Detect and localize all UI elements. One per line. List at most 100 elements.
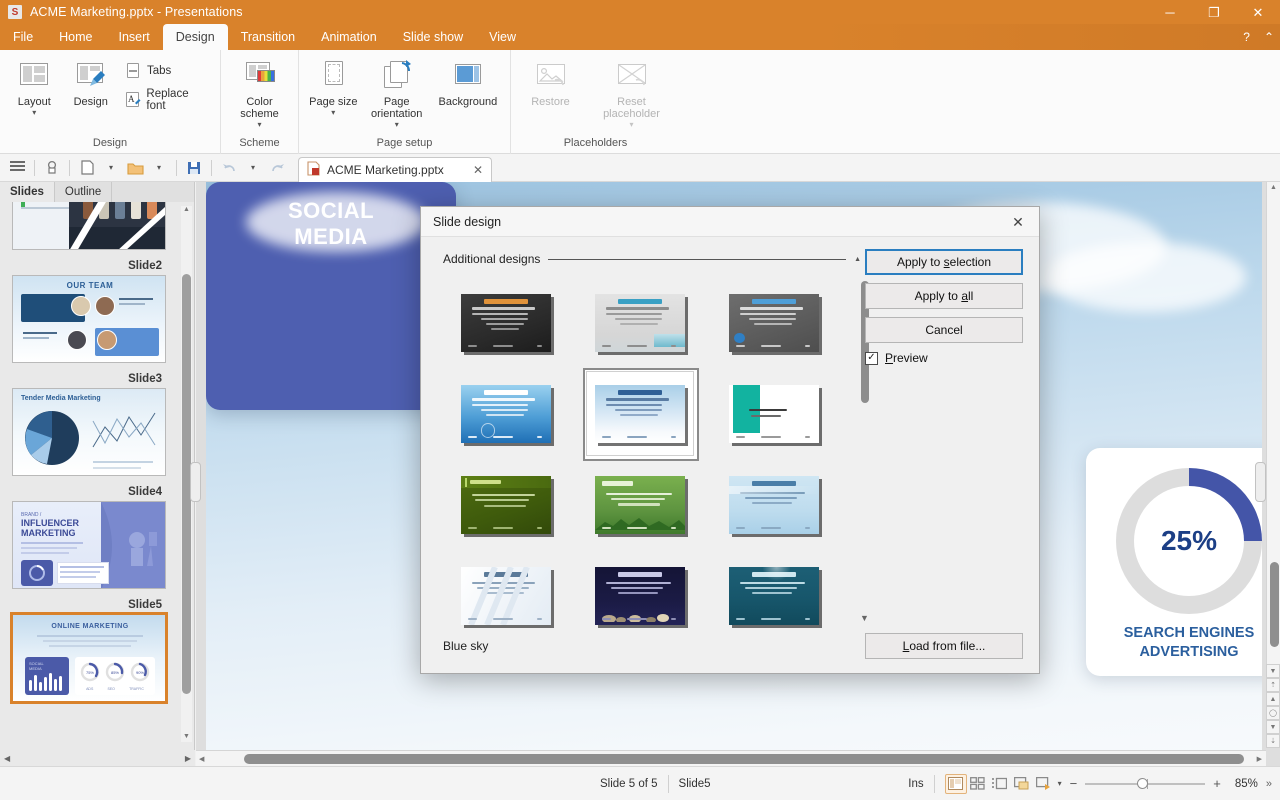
menu-icon[interactable] — [6, 157, 28, 179]
maximize-button[interactable]: ❐ — [1192, 0, 1236, 24]
design-thumb-4[interactable] — [577, 368, 703, 461]
preview-checkbox-row[interactable]: ✓ Preview — [865, 351, 1023, 365]
design-thumb-11[interactable] — [711, 550, 837, 629]
dialog-scroll-down-icon[interactable]: ▼ — [860, 613, 869, 623]
view-options-caret-icon[interactable]: ▾ — [1058, 779, 1062, 788]
minimize-button[interactable]: ─ — [1148, 0, 1192, 24]
slides-scroll-left-icon[interactable]: ◀ — [4, 754, 10, 763]
design-thumb-6[interactable] — [443, 459, 569, 550]
document-tab-close-icon[interactable]: ✕ — [473, 163, 483, 177]
design-thumb-2[interactable] — [711, 277, 837, 368]
panel-tab-outline[interactable]: Outline — [55, 182, 113, 202]
design-thumb-8[interactable] — [711, 459, 837, 550]
slide-thumbnail-4[interactable]: BRAND / INFLUENCER MARKETING — [12, 501, 166, 589]
color-scheme-button[interactable]: Color scheme ▾ — [231, 55, 289, 129]
slide-item-3[interactable]: Slide3 Tender Media Marketing — [8, 369, 170, 476]
design-thumb-10[interactable] — [577, 550, 703, 629]
canvas-scroll-thumb[interactable] — [1270, 562, 1279, 647]
page-size-button[interactable]: Page size ▾ — [305, 55, 362, 117]
canvas-scroll-down-icon[interactable]: ▼ — [1266, 664, 1280, 678]
replace-font-button[interactable]: A Replace font — [119, 85, 214, 115]
right-panel-resize-grip[interactable] — [1255, 462, 1266, 502]
tab-slide-show[interactable]: Slide show — [390, 24, 476, 50]
canvas-previous-slide-icon[interactable]: ⇡ — [1266, 678, 1280, 692]
zoom-in-button[interactable]: + — [1213, 776, 1221, 791]
canvas-page-up-icon[interactable]: ▲ — [1266, 692, 1280, 706]
tab-design[interactable]: Design — [162, 24, 228, 50]
reset-placeholder-caret-icon[interactable]: ▾ — [629, 120, 633, 129]
zoom-out-button[interactable]: − — [1070, 776, 1078, 791]
slide-item-4[interactable]: Slide4 BRAND / INFLUENCER MARKETING — [8, 482, 170, 589]
design-thumb-3[interactable] — [443, 368, 569, 459]
preview-checkbox[interactable]: ✓ — [865, 351, 878, 365]
design-button[interactable]: Design — [62, 55, 118, 108]
open-caret-icon[interactable]: ▾ — [148, 157, 170, 179]
save-icon[interactable] — [183, 157, 205, 179]
tab-insert[interactable]: Insert — [106, 24, 163, 50]
layout-caret-icon[interactable]: ▾ — [32, 108, 36, 117]
close-window-button[interactable]: ✕ — [1236, 0, 1280, 24]
zoom-level-label[interactable]: 85% — [1235, 778, 1258, 790]
tab-transition[interactable]: Transition — [228, 24, 308, 50]
layout-button[interactable]: Layout ▾ — [6, 55, 62, 117]
section-collapse-icon[interactable]: ▲ — [854, 256, 863, 263]
zoom-slider-knob[interactable] — [1137, 777, 1149, 789]
slide-sorter-icon[interactable] — [967, 774, 989, 794]
design-thumbnail-grid-area[interactable] — [443, 271, 851, 629]
apply-to-selection-button[interactable]: Apply to selection — [865, 249, 1023, 275]
slide-thumbnail-1[interactable]: DigitalMarketing — [12, 202, 166, 250]
load-from-file-button[interactable]: Load from file... — [865, 633, 1023, 659]
slides-scroll-up-icon[interactable]: ▲ — [181, 206, 192, 213]
slide-thumbnail-5[interactable]: ONLINE MARKETING SOCIAL MEDIA 75% 85% 90… — [10, 612, 168, 704]
panel-tab-slides[interactable]: Slides — [0, 182, 55, 202]
tabs-button[interactable]: Tabs — [119, 59, 214, 83]
cancel-button[interactable]: Cancel — [865, 317, 1023, 343]
normal-view-icon[interactable] — [944, 773, 967, 794]
notes-view-icon[interactable] — [1011, 774, 1033, 794]
background-button[interactable]: Background — [432, 55, 504, 108]
slides-scroll-right-icon[interactable]: ▶ — [185, 754, 191, 763]
slide-design-dialog[interactable]: Slide design ✕ Additional designs ▲ ▼ Ap… — [420, 206, 1040, 674]
insert-mode-indicator[interactable]: Ins — [908, 778, 923, 790]
design-thumb-7[interactable] — [577, 459, 703, 550]
design-thumb-0[interactable] — [443, 277, 569, 368]
tab-home[interactable]: Home — [46, 24, 105, 50]
additional-designs-section-header[interactable]: Additional designs ▲ — [443, 249, 863, 269]
outline-view-icon[interactable] — [989, 774, 1011, 794]
slide-item-1[interactable]: DigitalMarketing — [8, 202, 170, 250]
slide-thumbnail-3[interactable]: Tender Media Marketing — [12, 388, 166, 476]
page-orientation-button[interactable]: Page orientation ▾ — [362, 55, 432, 129]
canvas-next-slide-icon[interactable]: ⇣ — [1266, 734, 1280, 748]
color-scheme-caret-icon[interactable]: ▾ — [257, 120, 261, 129]
document-tab[interactable]: ACME Marketing.pptx ✕ — [298, 157, 492, 182]
design-thumb-9[interactable] — [443, 550, 569, 629]
tab-file[interactable]: File — [0, 24, 46, 50]
collapse-ribbon-icon[interactable]: ⌃ — [1264, 30, 1274, 44]
slides-scroll-down-icon[interactable]: ▼ — [181, 733, 192, 740]
help-icon[interactable]: ? — [1243, 30, 1250, 44]
canvas-scroll-right-icon[interactable]: ▶ — [1257, 755, 1262, 763]
canvas-scroll-up-icon[interactable]: ▲ — [1267, 182, 1280, 191]
undo-caret-icon[interactable]: ▾ — [242, 157, 264, 179]
canvas-hscroll-thumb[interactable] — [244, 754, 1244, 764]
apply-to-all-button[interactable]: Apply to all — [865, 283, 1023, 309]
restore-placeholder-button[interactable]: Restore — [522, 55, 580, 108]
dialog-close-icon[interactable]: ✕ — [997, 207, 1039, 237]
design-thumb-1[interactable] — [577, 277, 703, 368]
slide-thumbnail-2[interactable]: OUR TEAM — [12, 275, 166, 363]
slide-thumbnail-list[interactable]: DigitalMarketing Slide2 OUR TEAM — [0, 202, 178, 750]
redo-icon[interactable] — [266, 157, 288, 179]
tab-animation[interactable]: Animation — [308, 24, 390, 50]
canvas-select-object-icon[interactable]: ◯ — [1266, 706, 1280, 720]
touch-icon[interactable] — [41, 157, 63, 179]
open-icon[interactable] — [124, 157, 146, 179]
undo-icon[interactable] — [218, 157, 240, 179]
canvas-page-down-icon[interactable]: ▼ — [1266, 720, 1280, 734]
canvas-scroll-left-icon[interactable]: ◀ — [199, 755, 204, 763]
slide-item-5[interactable]: Slide5 ONLINE MARKETING SOCIAL MEDIA 75%… — [8, 595, 170, 704]
slideshow-icon[interactable] — [1033, 774, 1055, 794]
canvas-horizontal-scrollbar[interactable]: ◀ ▶ — [196, 750, 1266, 766]
tab-view[interactable]: View — [476, 24, 529, 50]
page-orientation-caret-icon[interactable]: ▾ — [395, 120, 399, 129]
left-panel-resize-grip[interactable] — [190, 462, 201, 502]
